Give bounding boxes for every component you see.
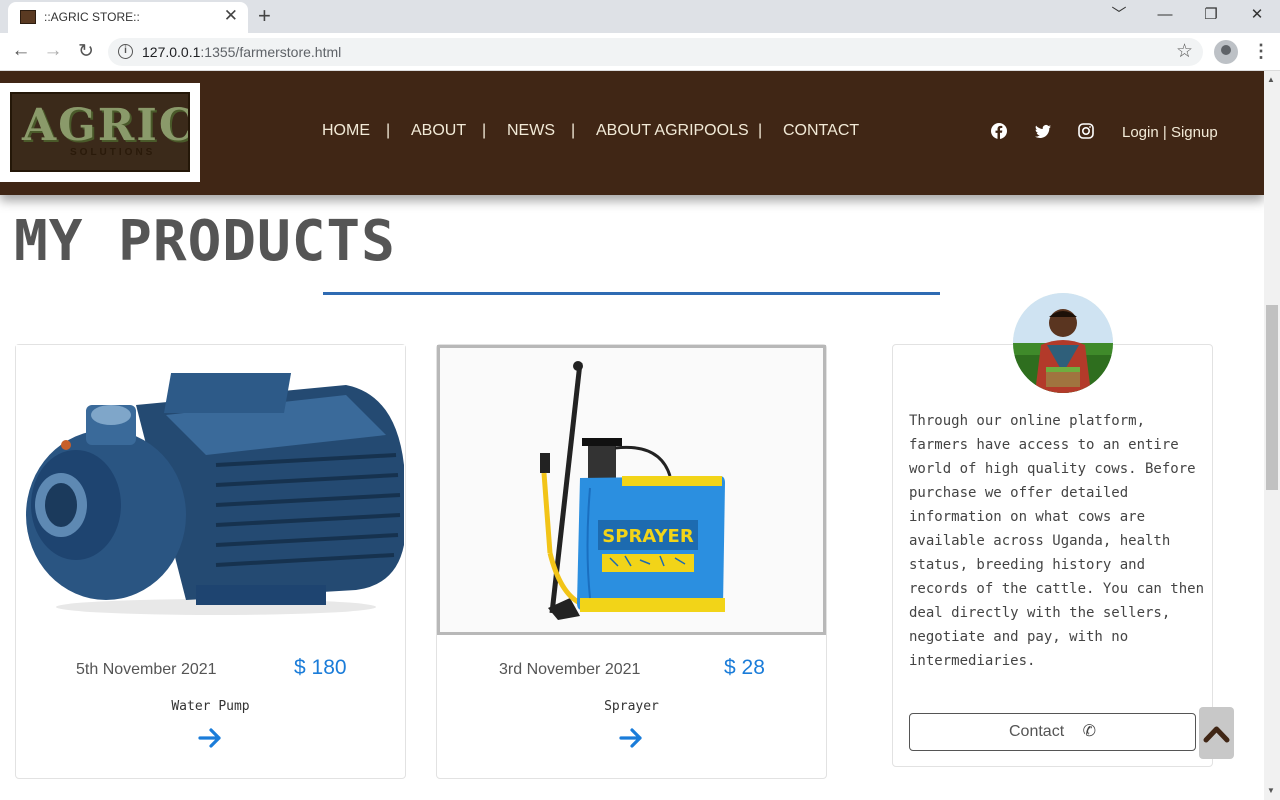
back-icon[interactable]: ← xyxy=(9,40,33,62)
scroll-down-icon[interactable]: ▼ xyxy=(1267,786,1275,795)
tab-close-icon[interactable]: ✕ xyxy=(224,6,238,26)
minimize-icon[interactable]: — xyxy=(1142,2,1188,30)
facebook-icon[interactable] xyxy=(991,123,1007,139)
logo-subtext: SOLUTIONS xyxy=(70,147,156,158)
product-card: 5th November 2021 $ 180 Water Pump xyxy=(15,344,406,779)
nav-separator: | xyxy=(482,122,487,139)
site-header: AGRIC SOLUTIONS HOME | ABOUT | NEWS | AB… xyxy=(0,71,1264,195)
contact-button-label: Contact xyxy=(1009,723,1065,740)
product-date: 3rd November 2021 xyxy=(499,661,641,678)
restore-icon[interactable]: ❐ xyxy=(1188,2,1234,30)
product-image-water-pump[interactable] xyxy=(16,345,405,635)
contact-button[interactable]: Contact ✆ xyxy=(909,713,1196,751)
bookmark-star-icon[interactable]: ☆ xyxy=(1176,40,1193,63)
scroll-up-icon[interactable]: ▲ xyxy=(1267,75,1275,84)
browser-menu-icon[interactable]: ⋮ xyxy=(1252,41,1270,62)
forward-icon[interactable]: → xyxy=(41,40,65,62)
nav-about[interactable]: ABOUT xyxy=(411,122,466,140)
window-close-icon[interactable]: ✕ xyxy=(1234,2,1280,30)
signup-link[interactable]: Signup xyxy=(1171,124,1218,141)
page-viewport: AGRIC SOLUTIONS HOME | ABOUT | NEWS | AB… xyxy=(0,71,1264,800)
logo-container[interactable]: AGRIC SOLUTIONS xyxy=(0,83,200,182)
product-card: SPRAYER 3rd November 2021 $ 28 Sprayer xyxy=(436,344,827,779)
auth-separator: | xyxy=(1162,124,1167,141)
nav-about-agripools[interactable]: ABOUT AGRIPOOLS xyxy=(596,122,749,140)
product-price: $ 180 xyxy=(294,656,347,679)
profile-description: Through our online platform, farmers hav… xyxy=(909,413,1205,669)
nav-home[interactable]: HOME xyxy=(322,122,370,140)
arrow-right-icon[interactable] xyxy=(618,725,644,751)
nav-separator: | xyxy=(758,122,763,139)
url-text: 127.0.0.1:1355/farmerstore.html xyxy=(142,44,342,60)
nav-news[interactable]: NEWS xyxy=(507,122,555,140)
tab-search-icon[interactable]: ﹀ xyxy=(1096,2,1142,30)
address-bar[interactable]: i 127.0.0.1:1355/farmerstore.html ☆ xyxy=(108,38,1203,66)
tab-title: ::AGRIC STORE:: xyxy=(44,10,140,24)
scroll-to-top-button[interactable] xyxy=(1199,707,1234,759)
nav-separator: | xyxy=(386,122,391,139)
scrollbar-thumb[interactable] xyxy=(1266,305,1278,490)
login-link[interactable]: Login xyxy=(1122,124,1159,141)
site-logo: AGRIC SOLUTIONS xyxy=(10,92,190,172)
arrow-right-icon[interactable] xyxy=(197,725,223,751)
browser-tab[interactable]: ::AGRIC STORE:: ✕ xyxy=(8,2,248,33)
reload-icon[interactable]: ↻ xyxy=(74,40,98,63)
site-info-icon[interactable]: i xyxy=(118,44,133,59)
product-name: Sprayer xyxy=(604,699,659,714)
instagram-icon[interactable] xyxy=(1078,123,1094,139)
farmer-avatar xyxy=(1013,293,1113,393)
browser-profile-icon[interactable] xyxy=(1214,40,1238,64)
nav-separator: | xyxy=(571,122,576,139)
product-price: $ 28 xyxy=(724,656,765,679)
twitter-icon[interactable] xyxy=(1035,123,1051,139)
chevron-up-icon xyxy=(1203,726,1230,743)
page-scrollbar[interactable]: ▲ ▼ xyxy=(1264,71,1280,800)
page-title: MY PRODUCTS xyxy=(14,209,396,274)
logo-text: AGRIC xyxy=(22,100,190,151)
auth-links: Login | Signup xyxy=(1122,124,1218,141)
browser-tab-bar: ::AGRIC STORE:: ✕ + ﹀ — ❐ ✕ xyxy=(0,0,1280,33)
title-divider xyxy=(323,292,940,295)
product-image-sprayer[interactable]: SPRAYER xyxy=(437,345,826,635)
product-name: Water Pump xyxy=(171,699,250,714)
farmer-profile-card: Through our online platform, farmers hav… xyxy=(892,344,1213,767)
new-tab-icon[interactable]: + xyxy=(258,3,271,29)
product-date: 5th November 2021 xyxy=(76,661,217,678)
sprayer-label: SPRAYER xyxy=(602,526,694,547)
favicon-icon xyxy=(20,10,36,24)
phone-icon: ✆ xyxy=(1082,723,1096,740)
browser-toolbar: ← → ↻ i 127.0.0.1:1355/farmerstore.html … xyxy=(0,33,1280,71)
nav-contact[interactable]: CONTACT xyxy=(783,122,859,140)
